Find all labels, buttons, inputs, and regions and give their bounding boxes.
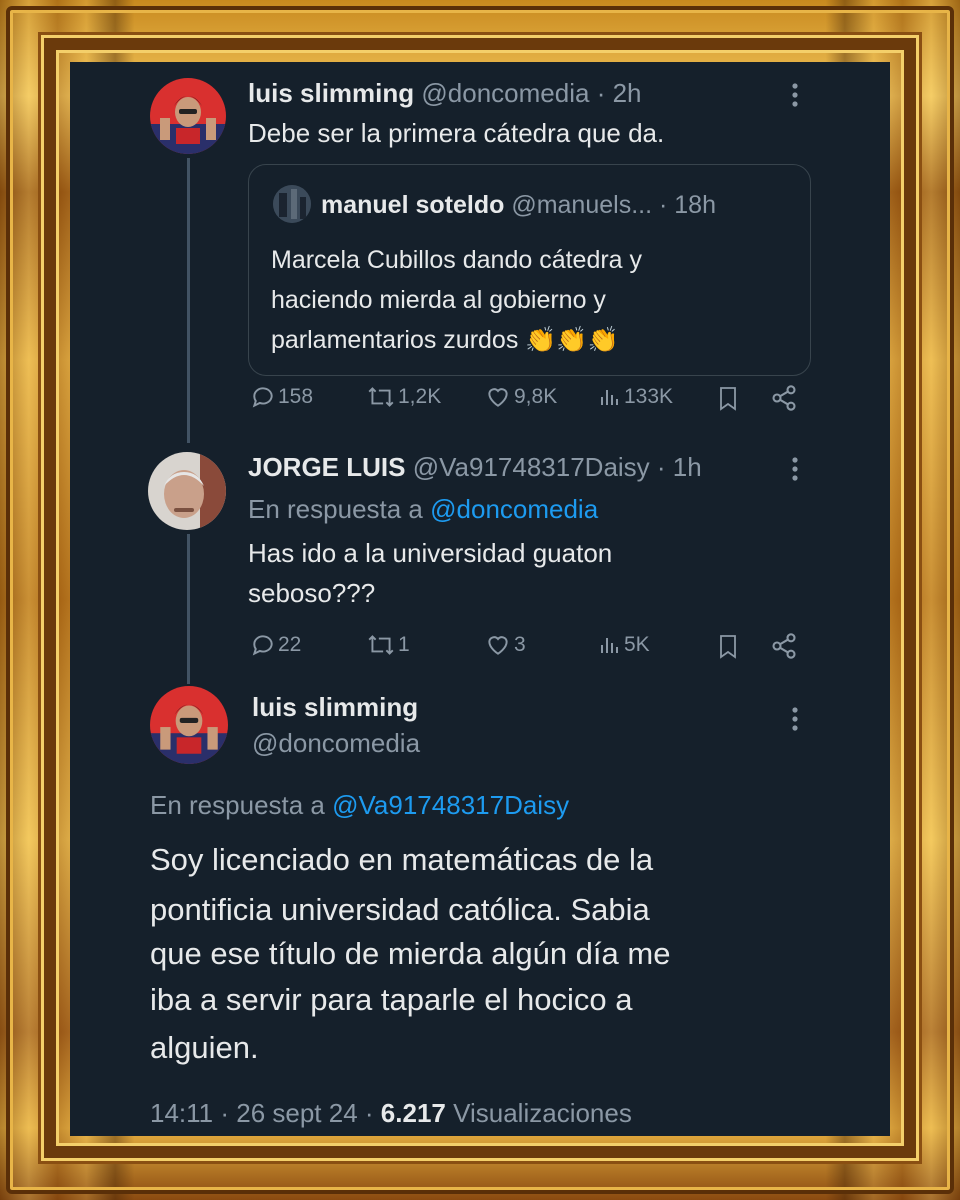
tweet-text-line-1: Has ido a la universidad guaton [248, 538, 613, 568]
retweet-count: 1 [398, 633, 410, 656]
retweet-button[interactable]: 1,2K [366, 384, 441, 410]
post-timestamp[interactable]: 14:11 · 26 sept 24 · [150, 1098, 374, 1128]
handle[interactable]: @doncomedia [421, 78, 589, 108]
thread-line [187, 534, 190, 684]
reply-button[interactable]: 22 [250, 632, 301, 658]
share-icon[interactable] [770, 384, 800, 412]
timestamp[interactable]: · 2h [597, 78, 642, 108]
quoted-avatar [273, 185, 311, 223]
share-icon[interactable] [770, 632, 800, 660]
display-name[interactable]: luis slimming [248, 78, 414, 108]
quoted-display-name: manuel soteldo [321, 191, 505, 219]
handle[interactable]: @doncomedia [252, 726, 420, 760]
bookmark-icon[interactable] [716, 632, 742, 660]
quoted-text-line-2: haciendo mierda al gobierno y [271, 286, 606, 314]
tweet-text-line-2: seboso??? [248, 578, 376, 608]
more-icon[interactable] [782, 80, 808, 114]
views-count: 6.217 [380, 1098, 446, 1128]
retweet-button[interactable]: 1 [366, 632, 410, 658]
display-name[interactable]: luis slimming [252, 690, 418, 724]
like-count: 9,8K [514, 385, 558, 408]
thread-line [187, 158, 190, 443]
reply-count: 22 [278, 633, 302, 656]
like-icon [488, 636, 508, 655]
avatar[interactable] [150, 78, 226, 154]
views-count: 133K [624, 385, 674, 408]
reply-to-link[interactable]: @doncomedia [430, 494, 598, 524]
reply-to-link[interactable]: @Va91748317Daisy [332, 790, 569, 820]
bookmark-icon[interactable] [716, 384, 742, 412]
more-icon[interactable] [782, 704, 808, 738]
views-button[interactable]: 5K [598, 632, 650, 658]
quoted-handle: @manuels... [511, 191, 653, 219]
quoted-text-line-3: parlamentarios zurdos 👏👏👏 [271, 326, 619, 354]
tweet-text-line-4: iba a servir para taparle el hocico a [150, 982, 633, 1017]
tweet-text: Debe ser la primera cátedra que da. [248, 118, 665, 148]
reply-count: 158 [278, 385, 314, 408]
like-icon [488, 388, 508, 407]
reply-button[interactable]: 158 [250, 384, 313, 410]
like-button[interactable]: 3 [484, 632, 526, 658]
retweet-count: 1,2K [398, 385, 442, 408]
reply-icon [252, 635, 273, 656]
avatar[interactable] [148, 452, 226, 530]
tweet-text-line-5: alguien. [150, 1030, 259, 1065]
views-label: Visualizaciones [453, 1098, 632, 1128]
more-icon[interactable] [782, 454, 808, 488]
reply-context-label: En respuesta a [248, 494, 423, 524]
timestamp[interactable]: · 1h [657, 452, 702, 482]
quoted-text-line-1: Marcela Cubillos dando cátedra y [271, 246, 643, 274]
handle[interactable]: @Va91748317Daisy [413, 452, 650, 482]
tweet-thread-screen: luis slimming @doncomedia · 2h Debe ser … [70, 62, 890, 1136]
retweet-icon [368, 387, 394, 407]
views-button[interactable]: 133K [598, 384, 673, 410]
retweet-icon [368, 635, 394, 655]
views-count: 5K [624, 633, 650, 656]
tweet-text-line-2: pontificia universidad católica. Sabia [150, 892, 650, 927]
views-icon [601, 390, 618, 405]
quoted-tweet[interactable]: manuel soteldo @manuels... · 18h Marcela… [248, 164, 811, 376]
quoted-timestamp: · 18h [659, 191, 716, 219]
tweet-text-line-1: Soy licenciado en matemáticas de la [150, 842, 654, 877]
display-name[interactable]: JORGE LUIS [248, 452, 405, 482]
like-count: 3 [514, 633, 526, 656]
like-button[interactable]: 9,8K [484, 384, 557, 410]
views-icon [601, 638, 618, 653]
reply-context-label: En respuesta a [150, 790, 325, 820]
reply-icon [252, 387, 273, 408]
tweet-text-line-3: que ese título de mierda algún día me [150, 936, 671, 971]
avatar[interactable] [150, 686, 228, 764]
